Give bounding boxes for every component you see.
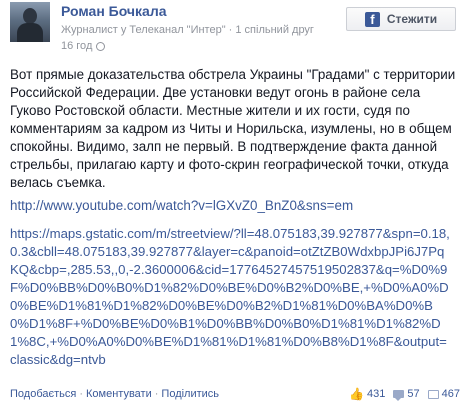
comment-action[interactable]: Коментувати [86, 388, 152, 400]
post-footer: Подобається · Коментувати · Поділитись 👍… [10, 387, 460, 401]
follow-button[interactable]: f Стежити [346, 7, 456, 31]
like-action[interactable]: Подобається [10, 388, 76, 400]
facebook-icon: f [364, 11, 380, 27]
author-avatar[interactable] [10, 2, 50, 42]
share-icon [427, 389, 439, 399]
comments-count[interactable]: 57 [393, 388, 420, 401]
likes-count[interactable]: 👍 431 [349, 387, 385, 401]
post-timestamp[interactable]: 16 год [61, 40, 106, 52]
engagement-counts: 👍 431 57 467 [349, 387, 460, 401]
footer-separator: · [154, 388, 159, 400]
avatar-torso-shape [17, 23, 43, 42]
shares-count[interactable]: 467 [427, 388, 460, 400]
shares-count-value: 467 [441, 388, 460, 400]
comment-icon [393, 390, 405, 401]
maps-link[interactable]: https://maps.gstatic.com/m/streetview/?l… [10, 225, 450, 369]
likes-count-value: 431 [367, 388, 386, 400]
share-action[interactable]: Поділитись [161, 388, 219, 400]
avatar-head-shape [23, 8, 37, 24]
author-name-link[interactable]: Роман Бочкала [61, 3, 167, 19]
facebook-post: Роман Бочкала Журналист у Телеканал "Инт… [0, 0, 466, 411]
post-time-text[interactable]: 16 год [61, 40, 92, 52]
post-text: Вот прямые доказательства обстрела Украи… [10, 67, 456, 190]
youtube-link[interactable]: http://www.youtube.com/watch?v=lGXvZ0_Bn… [10, 197, 353, 215]
footer-separator: · [79, 388, 83, 400]
comments-count-value: 57 [407, 388, 420, 400]
thumbs-up-icon: 👍 [349, 387, 365, 401]
follow-button-label: Стежити [386, 12, 438, 26]
author-subtitle: Журналист у Телеканал "Интер" · 1 спільн… [61, 24, 314, 36]
post-body: Вот прямые доказательства обстрела Украи… [10, 66, 460, 192]
globe-icon [96, 41, 106, 51]
